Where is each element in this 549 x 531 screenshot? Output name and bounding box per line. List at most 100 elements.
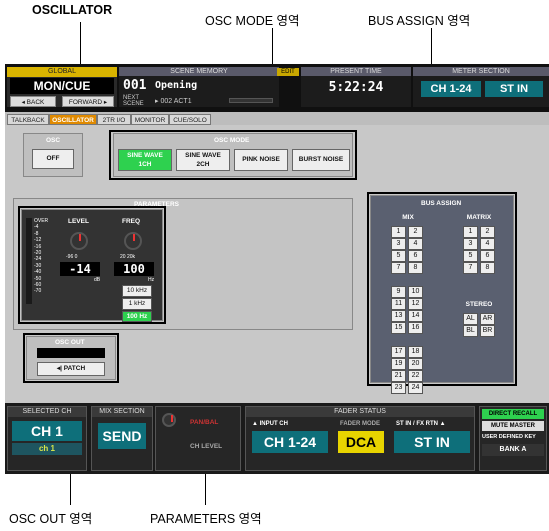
burst-noise-button[interactable]: BURST NOISE xyxy=(292,149,350,171)
scene-title: Opening xyxy=(155,80,198,91)
forward-button[interactable]: FORWARD ▸ xyxy=(62,96,114,107)
mix-bus-button[interactable]: 7 xyxy=(391,262,406,274)
console-screen: GLOBAL MON/CUE ◂ BACK FORWARD ▸ SCENE ME… xyxy=(5,64,549,474)
level-unit: dB xyxy=(94,277,101,283)
mix-bus-button[interactable]: 12 xyxy=(408,298,423,310)
mix-bus-button[interactable]: 17 xyxy=(391,346,406,358)
meter-scale: OVER -4 -8 -12 -16 -20 -24 -30 -40 -50 -… xyxy=(34,218,48,295)
sine-wave-1ch-line2: 1CH xyxy=(138,161,152,168)
stereo-bus-button[interactable]: BR xyxy=(480,325,495,337)
parameters-panel: OVER -4 -8 -12 -16 -20 -24 -30 -40 -50 -… xyxy=(21,209,163,322)
selected-ch-value[interactable]: CH 1 xyxy=(12,421,82,441)
mix-bus-button[interactable]: 9 xyxy=(391,286,406,298)
freq-unit: Hz xyxy=(148,277,155,283)
input-ch-button[interactable]: CH 1-24 xyxy=(252,431,328,453)
mix-bus-button[interactable]: 22 xyxy=(408,370,423,382)
ch-level-label: CH LEVEL xyxy=(190,443,223,450)
freq-10khz-button[interactable]: 10 kHz xyxy=(122,285,152,297)
matrix-bus-button[interactable]: 6 xyxy=(480,250,495,262)
mix-bus-button[interactable]: 13 xyxy=(391,310,406,322)
mix-bus-button[interactable]: 23 xyxy=(391,382,406,394)
fader-mode-label: FADER MODE xyxy=(340,421,381,427)
mix-bus-button[interactable]: 21 xyxy=(391,370,406,382)
oscillator-page: OSC OFF OSC MODE SINE WAVE 1CH SINE WAVE… xyxy=(5,125,549,403)
sine-wave-2ch-button[interactable]: SINE WAVE 2CH xyxy=(176,149,230,171)
stereo-bus-button[interactable]: AL xyxy=(463,313,478,325)
mix-bus-button[interactable]: 4 xyxy=(408,238,423,250)
tab-2tr-io[interactable]: 2TR I/O xyxy=(97,114,131,125)
sine-wave-2ch-line2: 2CH xyxy=(196,161,210,168)
matrix-bus-button[interactable]: 3 xyxy=(463,238,478,250)
matrix-bus-button[interactable]: 7 xyxy=(463,262,478,274)
meter-tick: -70 xyxy=(34,288,42,295)
mix-bus-button[interactable]: 20 xyxy=(408,358,423,370)
fader-status-panel: FADER STATUS ▲ INPUT CH CH 1-24 FADER MO… xyxy=(245,406,475,471)
edit-indicator: EDIT xyxy=(277,68,299,76)
tab-cue-solo[interactable]: CUE/SOLO xyxy=(169,114,211,125)
mix-bus-button[interactable]: 19 xyxy=(391,358,406,370)
osc-panel: OSC OFF xyxy=(23,133,83,177)
pan-knob[interactable] xyxy=(162,413,176,427)
freq-1khz-button[interactable]: 1 kHz xyxy=(122,298,152,310)
level-meter xyxy=(26,218,32,304)
mix-bus-button[interactable]: 24 xyxy=(408,382,423,394)
user-keys-panel: DIRECT RECALL MUTE MASTER USER DEFINED K… xyxy=(479,406,547,471)
meter-section-panel: METER SECTION CH 1-24 ST IN xyxy=(413,67,549,107)
mix-bus-button[interactable]: 8 xyxy=(408,262,423,274)
mix-bus-button[interactable]: 15 xyxy=(391,322,406,334)
bank-button[interactable]: BANK A xyxy=(482,444,544,456)
meter-ch-button[interactable]: CH 1-24 xyxy=(421,81,481,97)
sine-wave-1ch-button[interactable]: SINE WAVE 1CH xyxy=(118,149,172,171)
matrix-bus-button[interactable]: 4 xyxy=(480,238,495,250)
bus-assign-title: BUS ASSIGN xyxy=(421,200,462,207)
pink-noise-button[interactable]: PINK NOISE xyxy=(234,149,288,171)
meter-stin-button[interactable]: ST IN xyxy=(485,81,543,97)
global-mode[interactable]: MON/CUE xyxy=(10,78,114,94)
tab-monitor[interactable]: MONITOR xyxy=(131,114,169,125)
level-range: -96 0 xyxy=(66,254,78,260)
global-label: GLOBAL xyxy=(7,67,117,77)
stin-fxrtn-label: ST IN / FX RTN ▲ xyxy=(396,421,446,427)
mix-bus-button[interactable]: 2 xyxy=(408,226,423,238)
osc-off-button[interactable]: OFF xyxy=(32,149,74,169)
sine-wave-1ch-line1: SINE WAVE xyxy=(127,152,163,159)
stereo-bus-button[interactable]: BL xyxy=(463,325,478,337)
mix-bus-button[interactable]: 3 xyxy=(391,238,406,250)
stereo-bus-button[interactable]: AR xyxy=(480,313,495,325)
freq-value[interactable]: 100 xyxy=(114,262,154,276)
mix-bus-button[interactable]: 16 xyxy=(408,322,423,334)
matrix-bus-button[interactable]: 1 xyxy=(463,226,478,238)
scene-slider[interactable] xyxy=(229,98,273,103)
send-button[interactable]: SEND xyxy=(98,423,146,449)
dca-button[interactable]: DCA xyxy=(338,431,384,453)
osc-title: OSC xyxy=(46,137,61,144)
mix-bus-button[interactable]: 18 xyxy=(408,346,423,358)
mix-bus-button[interactable]: 6 xyxy=(408,250,423,262)
level-label: LEVEL xyxy=(68,218,89,225)
sine-wave-2ch-line1: SINE WAVE xyxy=(185,152,221,159)
freq-knob[interactable] xyxy=(124,232,142,250)
matrix-bus-button[interactable]: 5 xyxy=(463,250,478,262)
present-time-value: 5:22:24 xyxy=(328,80,384,95)
mix-bus-button[interactable]: 10 xyxy=(408,286,423,298)
matrix-bus-button[interactable]: 8 xyxy=(480,262,495,274)
mute-master-button[interactable]: MUTE MASTER xyxy=(482,421,544,431)
back-button[interactable]: ◂ BACK xyxy=(10,96,56,107)
freq-100hz-button[interactable]: 100 Hz xyxy=(122,311,152,322)
annotation-osc-mode: OSC MODE 영역 xyxy=(205,14,300,28)
selected-ch-header: SELECTED CH xyxy=(8,407,86,417)
direct-recall-button[interactable]: DIRECT RECALL xyxy=(482,409,544,419)
level-value[interactable]: -14 xyxy=(60,262,100,276)
scene-number: 001 xyxy=(123,78,147,93)
matrix-bus-button[interactable]: 2 xyxy=(480,226,495,238)
mix-bus-button[interactable]: 1 xyxy=(391,226,406,238)
stin-button[interactable]: ST IN xyxy=(394,431,470,453)
mix-bus-button[interactable]: 11 xyxy=(391,298,406,310)
patch-button[interactable]: ◂| PATCH xyxy=(37,362,105,376)
tab-talkback[interactable]: TALKBACK xyxy=(7,114,49,125)
tab-oscillator[interactable]: OSCILLATOR xyxy=(49,114,97,125)
level-knob[interactable] xyxy=(70,232,88,250)
user-defined-key-label: USER DEFINED KEY xyxy=(482,434,536,440)
mix-bus-button[interactable]: 5 xyxy=(391,250,406,262)
mix-bus-button[interactable]: 14 xyxy=(408,310,423,322)
